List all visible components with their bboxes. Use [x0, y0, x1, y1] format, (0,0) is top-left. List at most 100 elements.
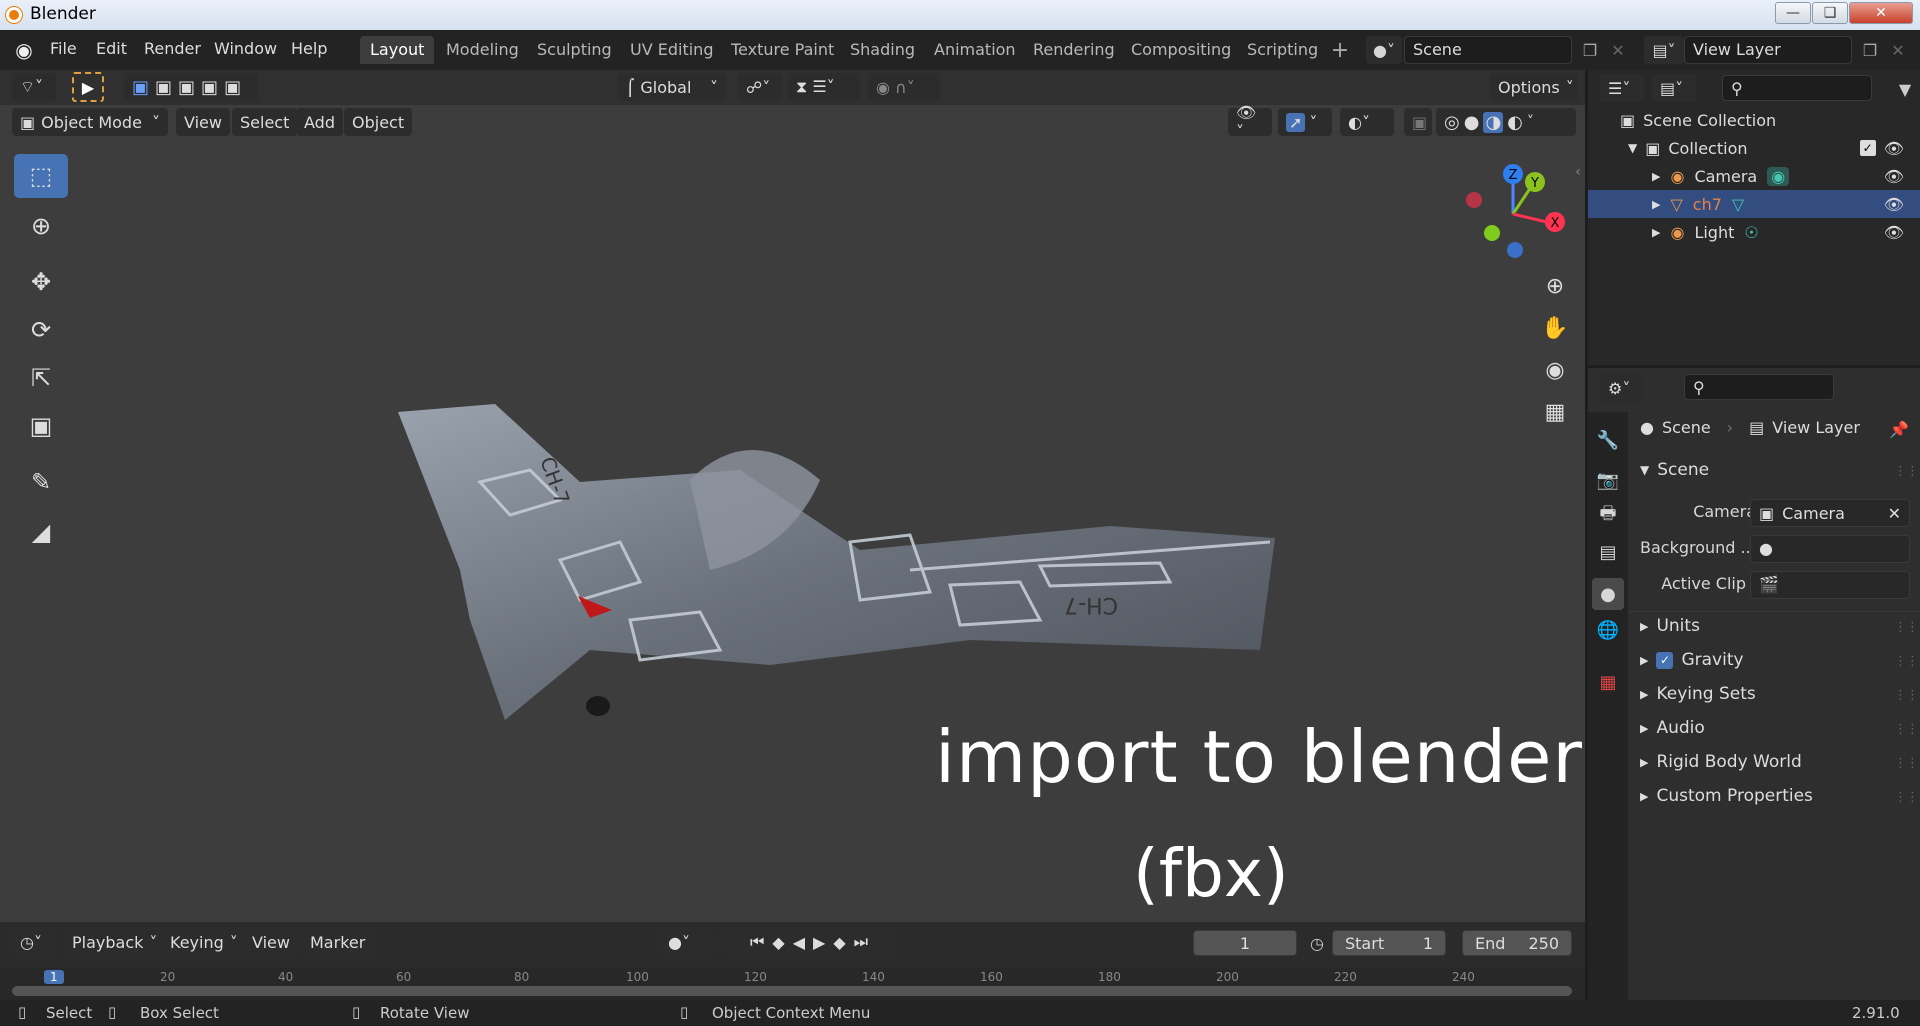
end-frame-field[interactable]: End 250 [1462, 930, 1572, 956]
timeline-menu-playback[interactable]: Playback ˅ [64, 928, 166, 956]
timeline-editor-type-icon[interactable]: ◷˅ [12, 928, 56, 956]
menu-edit[interactable]: Edit [96, 39, 127, 58]
collapse-sidebar-icon[interactable]: ‹ [1572, 162, 1584, 182]
blender-menu-icon[interactable]: ◉ [12, 38, 36, 62]
mode-invert-icon[interactable]: ▣ [201, 77, 218, 98]
rendered-shading-icon[interactable]: ◐ [1507, 112, 1523, 133]
rigid-body-world-panel[interactable]: ▶ Rigid Body World [1640, 752, 1802, 772]
expand-arrow-icon[interactable]: ▶ [1652, 198, 1660, 211]
delete-scene-icon[interactable]: ✕ [1606, 38, 1630, 62]
gizmo-neg-x-icon[interactable] [1466, 192, 1482, 208]
units-panel[interactable]: ▶ Units [1640, 616, 1700, 636]
viewport-menu-add[interactable]: Add [296, 108, 343, 136]
gizmo-toggle[interactable]: ➚ ˅ [1278, 108, 1332, 136]
next-keyframe-icon[interactable]: ◆ [833, 933, 845, 952]
solid-shading-icon[interactable]: ● [1464, 112, 1480, 133]
material-shading-icon[interactable]: ◑ [1483, 111, 1504, 133]
eye-icon[interactable]: 👁 [1884, 139, 1904, 158]
menu-window[interactable]: Window [214, 39, 277, 58]
gravity-checkbox[interactable]: ✓ [1656, 651, 1674, 669]
tab-sculpting[interactable]: Sculpting [527, 36, 622, 64]
preview-range-clock-icon[interactable]: ◷ [1306, 932, 1328, 954]
mode-intersect-icon[interactable]: ▣ [224, 77, 241, 98]
camera-view-icon[interactable]: ◉ [1537, 352, 1573, 388]
drag-handle-icon[interactable]: ⋮⋮⋮ [1894, 620, 1920, 635]
close-window-button[interactable]: ✕ [1849, 2, 1913, 24]
tab-shading[interactable]: Shading [840, 36, 925, 64]
expand-arrow-icon[interactable]: ▶ [1652, 226, 1660, 239]
audio-panel[interactable]: ▶ Audio [1640, 718, 1705, 738]
view-layer-browse-icon[interactable]: ▤˅ [1644, 36, 1684, 64]
selection-mode-buttons[interactable]: ▣ ▣ ▣ ▣ ▣ [124, 73, 258, 101]
visibility-icon[interactable]: 👁˅ [1228, 103, 1272, 141]
tab-compositing[interactable]: Compositing [1121, 36, 1241, 64]
overlay-toggle-icon[interactable]: ◐˅ [1340, 108, 1394, 136]
eye-icon[interactable]: 👁 [1884, 195, 1904, 214]
new-view-layer-icon[interactable]: ❐ [1858, 38, 1882, 62]
mode-extend-icon[interactable]: ▣ [155, 77, 172, 98]
minimize-button[interactable]: — [1775, 2, 1811, 24]
tab-modeling[interactable]: Modeling [436, 36, 529, 64]
close-icon[interactable]: ✕ [1888, 504, 1901, 523]
drag-handle-icon[interactable]: ⋮⋮⋮ [1894, 688, 1920, 703]
outliner-row-ch7[interactable]: ▶ ▽ ch7 ▽ 👁 [1588, 190, 1920, 218]
chevron-down-icon[interactable]: ˅ [1527, 114, 1534, 130]
eye-icon[interactable]: 👁 [1884, 167, 1904, 186]
gizmo-neg-y-icon[interactable] [1484, 225, 1500, 241]
properties-editor-type-icon[interactable]: ⚙˅ [1600, 374, 1644, 402]
expand-arrow-icon[interactable]: ▶ [1652, 170, 1660, 183]
object-mode-dropdown[interactable]: ▣ Object Mode ˅ [12, 108, 168, 136]
viewport-menu-view[interactable]: View [176, 108, 230, 136]
scene-browse-icon[interactable]: ●˅ [1366, 36, 1402, 64]
keying-sets-panel[interactable]: ▶ Keying Sets [1640, 684, 1756, 704]
transform-orientation-dropdown[interactable]: ⌠ Global ˅ [618, 73, 726, 101]
outliner-row-scene-collection[interactable]: ▣ Scene Collection [1588, 106, 1920, 134]
output-tab-icon[interactable]: 🖶 [1592, 500, 1624, 532]
prev-keyframe-icon[interactable]: ◆ [772, 933, 784, 952]
properties-search-input[interactable]: ⚲ [1684, 374, 1834, 400]
new-scene-icon[interactable]: ❐ [1578, 38, 1602, 62]
snapping-icon[interactable]: ⧗ ☰˅ [788, 73, 860, 101]
camera-field[interactable]: ▣ Camera ✕ [1750, 499, 1910, 527]
light-data-icon[interactable]: ☉ [1744, 223, 1758, 242]
frame-ruler[interactable]: 1 20 40 60 80 100 120 140 160 180 200 22… [0, 968, 1585, 1000]
options-dropdown[interactable]: Options ˅ [1490, 73, 1578, 101]
add-workspace-icon[interactable]: + [1328, 38, 1352, 63]
ortho-grid-icon[interactable]: ▦ [1537, 394, 1573, 430]
pan-hand-icon[interactable]: ✋ [1537, 310, 1573, 346]
navigation-gizmo[interactable]: Z Y X [1455, 158, 1575, 268]
tool-measure-icon[interactable]: ◢ [14, 510, 68, 554]
view-layer-tab-icon[interactable]: ▤ [1592, 536, 1624, 568]
scene-name-field[interactable]: Scene [1404, 36, 1572, 64]
play-icon[interactable]: ▶ [813, 933, 825, 952]
display-mode-icon[interactable]: ▤˅ [1652, 74, 1696, 102]
mode-subtract-icon[interactable]: ▣ [178, 77, 195, 98]
view-layer-field[interactable]: View Layer [1684, 36, 1852, 64]
outliner-row-light[interactable]: ▶ ◉ Light ☉ 👁 [1588, 218, 1920, 246]
menu-file[interactable]: File [50, 39, 77, 58]
custom-properties-panel[interactable]: ▶ Custom Properties [1640, 786, 1813, 806]
timeline-menu-keying[interactable]: Keying ˅ [162, 928, 246, 956]
world-tab-icon[interactable]: 🌐 [1592, 614, 1624, 646]
editor-type-icon[interactable]: ⌔˅ [12, 73, 56, 101]
outliner-row-collection[interactable]: ▼ ▣ Collection ✓ 👁 [1588, 134, 1920, 162]
gizmo-icon[interactable]: ➚ [1286, 112, 1306, 132]
menu-render[interactable]: Render [144, 39, 201, 58]
tool-select-box-icon[interactable]: ⬚ [14, 154, 68, 198]
tool-cursor-icon[interactable]: ⊕ [14, 204, 68, 248]
filter-icon[interactable]: ▼ [1894, 78, 1916, 100]
timeline-menu-view[interactable]: View [244, 928, 298, 956]
expand-arrow-icon[interactable]: ▼ [1628, 141, 1637, 155]
shading-mode-buttons[interactable]: ◎ ● ◑ ◐ ˅ [1436, 108, 1576, 136]
tool-move-icon[interactable]: ✥ [14, 260, 68, 304]
current-frame-field[interactable]: 1 [1193, 930, 1297, 956]
drag-handle-icon[interactable]: ⋮⋮⋮ [1894, 464, 1920, 479]
pin-icon[interactable]: 📌 [1888, 418, 1910, 440]
drag-handle-icon[interactable]: ⋮⋮⋮ [1894, 654, 1920, 669]
aircraft-model[interactable]: CH-7 CH-7 [390, 320, 1290, 740]
tool-annotate-icon[interactable]: ✎ [14, 460, 68, 504]
tool-scale-icon[interactable]: ⇱ [14, 356, 68, 400]
gravity-panel[interactable]: ▶ ✓ Gravity [1640, 650, 1744, 670]
auto-keying-icon[interactable]: ●˅ [660, 928, 714, 956]
tab-texture-paint[interactable]: Texture Paint [721, 36, 844, 64]
